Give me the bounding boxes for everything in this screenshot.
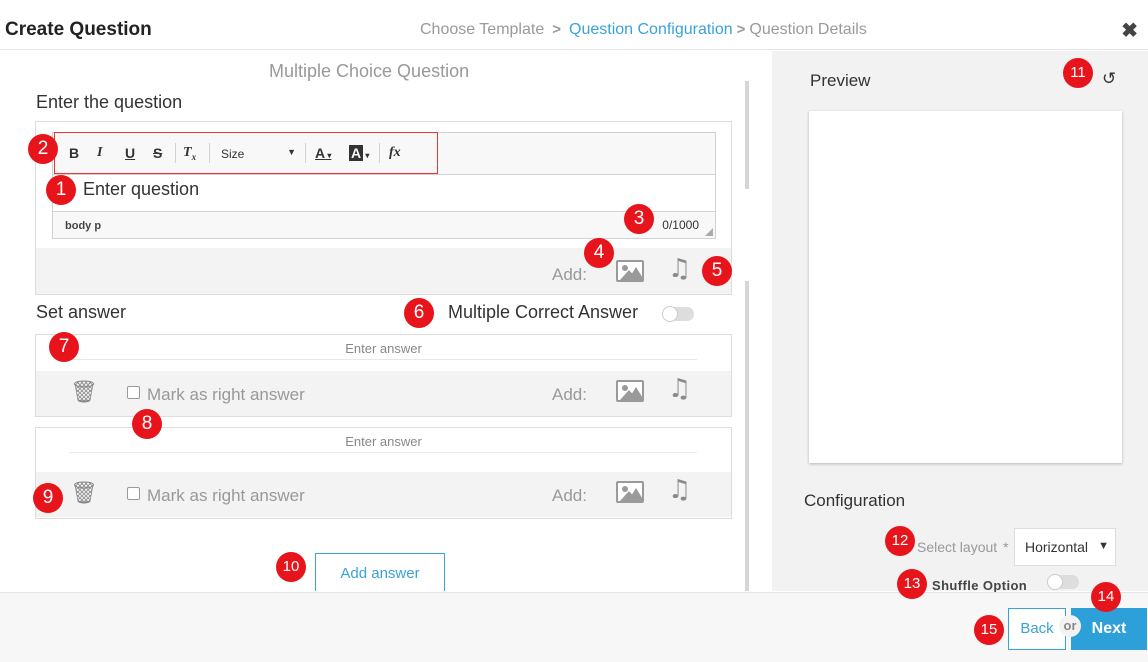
- layout-select-value: Horizontal: [1025, 539, 1089, 555]
- add-media-label: Add:: [552, 385, 587, 404]
- shuffle-option-toggle[interactable]: [1047, 574, 1079, 590]
- resize-handle-icon[interactable]: [705, 228, 713, 236]
- answer-item: Enter answer 🗑 Mark as right answer Add:…: [35, 334, 732, 417]
- editor-status-bar: body p 0/1000: [53, 211, 715, 238]
- callout-badge: 12: [885, 526, 915, 556]
- scrollbar[interactable]: [745, 81, 749, 189]
- trash-icon[interactable]: 🗑: [70, 380, 98, 405]
- shuffle-option-label: Shuffle Option: [932, 578, 1028, 593]
- music-icon[interactable]: ♫: [668, 475, 691, 505]
- chevron-right-icon: >: [736, 21, 746, 38]
- set-answer-label: Set answer: [36, 302, 127, 322]
- callout-badge: 1: [46, 175, 76, 205]
- question-media-bar: Add: ♫: [36, 248, 731, 294]
- caret-down-icon: ▼: [1098, 540, 1109, 552]
- create-question-dialog: Create Question Choose Template > Question…: [0, 0, 1148, 662]
- back-button[interactable]: Back: [1008, 608, 1066, 650]
- callout-badge: 4: [584, 238, 614, 268]
- breadcrumb-step-question-configuration[interactable]: Question Configuration: [569, 21, 733, 38]
- right-answer-checkbox[interactable]: [127, 487, 140, 500]
- section-title: Multiple Choice Question: [269, 61, 470, 81]
- toolbar-highlight-box: [54, 132, 438, 174]
- answer-item: Enter answer 🗑 Mark as right answer Add:…: [35, 427, 732, 519]
- next-button[interactable]: Next: [1071, 608, 1147, 650]
- character-count: 0/1000: [662, 218, 699, 232]
- add-media-label: Add:: [552, 486, 587, 505]
- callout-badge: 2: [28, 134, 58, 164]
- callout-badge: 5: [702, 256, 732, 286]
- answer-input[interactable]: Enter answer: [70, 434, 697, 453]
- music-icon[interactable]: ♫: [668, 374, 691, 404]
- element-path: body p: [65, 220, 102, 232]
- select-layout-label: Select layout *: [917, 539, 1009, 555]
- callout-badge: 13: [897, 569, 927, 599]
- add-media-label: Add:: [552, 265, 587, 284]
- chevron-right-icon: >: [552, 21, 561, 38]
- callout-badge: 3: [624, 204, 654, 234]
- callout-badge: 9: [33, 483, 63, 513]
- mark-right-answer-label: Mark as right answer: [147, 385, 305, 404]
- breadcrumb: Choose Template > Question Configuration > Q…: [420, 21, 867, 39]
- preview-label: Preview: [810, 71, 871, 90]
- callout-badge: 15: [974, 615, 1004, 645]
- refresh-icon[interactable]: ↺: [1102, 69, 1116, 89]
- callout-badge: 8: [132, 409, 162, 439]
- right-answer-checkbox[interactable]: [127, 386, 140, 399]
- preview-canvas: [809, 111, 1122, 463]
- preview-pane: Preview ↺ Configuration Select layout * H…: [772, 51, 1148, 593]
- question-input[interactable]: Enter question: [83, 179, 199, 200]
- select-layout-text: Select layout: [917, 539, 998, 555]
- layout-select[interactable]: Horizontal ▼: [1014, 528, 1116, 566]
- multiple-correct-label: Multiple Correct Answer: [448, 302, 639, 322]
- breadcrumb-step-question-details[interactable]: Question Details: [749, 21, 866, 38]
- callout-badge: 14: [1091, 582, 1121, 612]
- callout-badge: 7: [49, 332, 79, 362]
- configuration-label: Configuration: [804, 491, 906, 510]
- or-separator: or: [1059, 615, 1081, 637]
- answer-input[interactable]: Enter answer: [70, 341, 697, 360]
- question-label: Enter the question: [36, 92, 183, 112]
- callout-badge: 6: [404, 298, 434, 328]
- music-icon[interactable]: ♫: [668, 254, 691, 284]
- editor-toolbar: B I U S Tx Size ▼ A ▾ A ▾ fx: [53, 132, 715, 175]
- image-icon[interactable]: [616, 481, 644, 503]
- trash-icon[interactable]: 🗑: [70, 481, 98, 506]
- answer-options-bar: 🗑 Mark as right answer Add: ♫: [36, 472, 731, 517]
- breadcrumb-step-choose-template[interactable]: Choose Template: [420, 21, 544, 38]
- required-marker: *: [1003, 539, 1009, 555]
- dialog-title: Create Question: [5, 19, 152, 40]
- multiple-correct-toggle[interactable]: [662, 306, 694, 322]
- image-icon[interactable]: [616, 260, 644, 282]
- callout-badge: 11: [1063, 58, 1093, 88]
- question-editor-pane: Multiple Choice Question Enter the quest…: [0, 51, 772, 591]
- image-icon[interactable]: [616, 380, 644, 402]
- rich-text-editor[interactable]: B I U S Tx Size ▼ A ▾ A ▾ fx Enter quest…: [52, 132, 716, 239]
- add-answer-button[interactable]: Add answer: [315, 553, 445, 591]
- scrollbar[interactable]: [745, 281, 749, 591]
- callout-badge: 10: [276, 552, 306, 582]
- dialog-header: Create Question Choose Template > Question…: [0, 0, 1148, 50]
- close-icon[interactable]: ✖: [1121, 18, 1138, 43]
- mark-right-answer-label: Mark as right answer: [147, 486, 305, 505]
